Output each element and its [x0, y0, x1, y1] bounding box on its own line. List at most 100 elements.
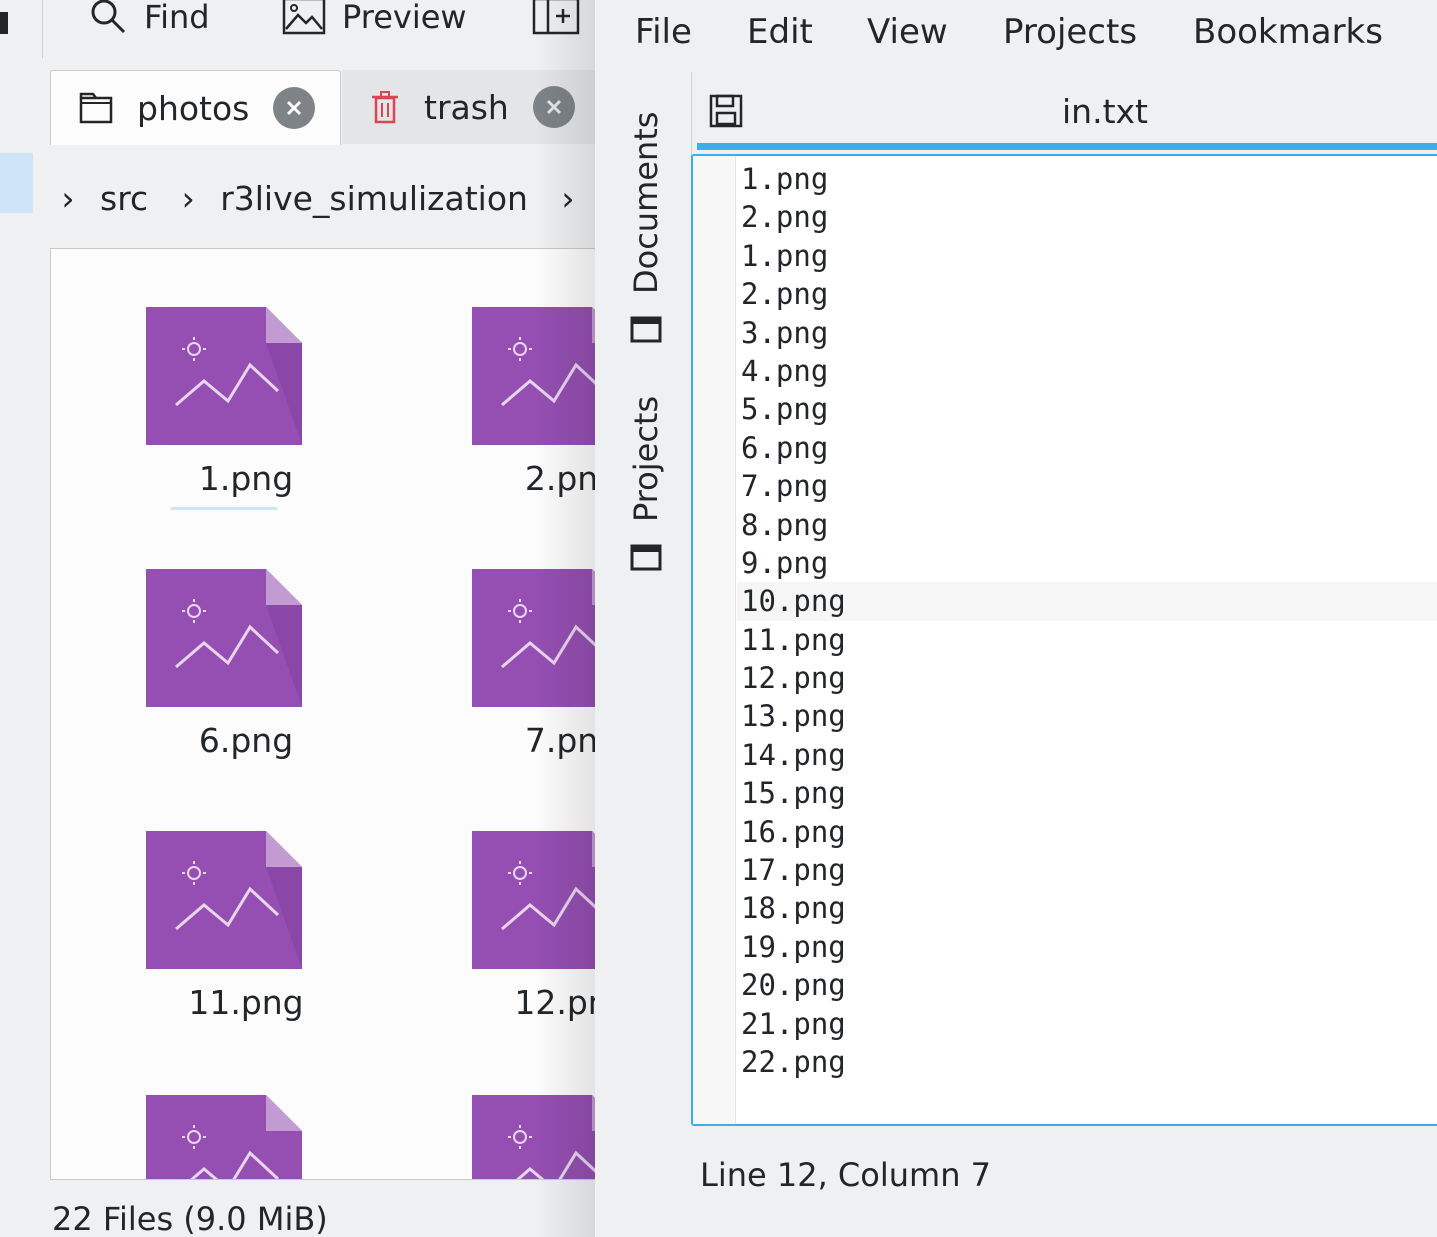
- trash-icon: [370, 90, 400, 124]
- text-line: 1.png: [741, 237, 846, 275]
- text-line: 6.png: [741, 429, 846, 467]
- menu-projects[interactable]: Projects: [1003, 12, 1137, 52]
- file-name: 6.png: [198, 721, 294, 760]
- breadcrumb-item[interactable]: src: [100, 179, 148, 218]
- file-name: 1.png: [198, 459, 294, 498]
- text-line-content: 7.png: [741, 469, 829, 504]
- text-line-content: 16.png: [741, 814, 846, 849]
- breadcrumb: › src › r3live_simulization ›: [58, 168, 595, 228]
- text-line-content: 3.png: [741, 315, 829, 350]
- text-line-content: 5.png: [741, 392, 829, 427]
- text-line: 22.png: [741, 1043, 846, 1081]
- text-line: 4.png: [741, 352, 846, 390]
- menu-edit[interactable]: Edit: [747, 12, 813, 52]
- places-selection-highlight[interactable]: [0, 153, 33, 213]
- text-line: 8.png: [741, 506, 846, 544]
- search-icon: [91, 0, 126, 34]
- folder-icon: [630, 316, 662, 343]
- text-editor-window: File Edit View Projects Bookmarks Docume…: [595, 0, 1437, 1237]
- close-tab-icon[interactable]: [273, 87, 316, 129]
- text-line-content: 10.png: [741, 584, 846, 619]
- tab-label: trash: [424, 87, 509, 127]
- image-file-icon: [472, 1095, 595, 1179]
- tab-trash[interactable]: trash: [342, 70, 595, 144]
- text-line-content: 6.png: [741, 430, 829, 465]
- image-file-icon: [146, 569, 302, 707]
- text-line: 12.png: [741, 659, 846, 697]
- text-line-content: 12.png: [741, 661, 846, 696]
- image-file-icon: [146, 831, 302, 969]
- text-line-content: 4.png: [741, 353, 829, 388]
- menu-view[interactable]: View: [867, 12, 948, 52]
- text-line: 14.png: [741, 736, 846, 774]
- file-manager-window: Find Preview photos trash › src › r3live…: [0, 0, 595, 1237]
- active-tab-indicator: [697, 143, 1437, 150]
- tab-label: photos: [137, 88, 250, 128]
- chevron-right-icon: ›: [181, 178, 195, 218]
- text-line-content: 14.png: [741, 737, 846, 772]
- file-manager-toolbar: Find Preview: [0, 0, 595, 58]
- text-line-content: 1.png: [741, 238, 829, 273]
- text-editor-area[interactable]: 1.png 2.png 1.png 2.png 3.png 4.png 5.png 6.png…: [691, 154, 1437, 1126]
- text-line-content: 2.png: [741, 200, 829, 235]
- text-line-content: 17.png: [741, 853, 846, 888]
- menu-bookmarks[interactable]: Bookmarks: [1193, 12, 1383, 52]
- text-line: 17.png: [741, 851, 846, 889]
- file-name: 12.png: [514, 983, 595, 1022]
- split-view-button[interactable]: [532, 0, 595, 35]
- text-line-content: 2.png: [741, 277, 829, 312]
- text-line-content: 20.png: [741, 968, 846, 1003]
- text-line-content: 22.png: [741, 1044, 846, 1079]
- image-preview-icon: [282, 0, 326, 35]
- text-line: 15.png: [741, 774, 846, 812]
- side-tab-projects[interactable]: Projects: [627, 396, 665, 572]
- file-name: 11.png: [188, 983, 304, 1022]
- text-line: 18.png: [741, 889, 846, 927]
- text-line: 20.png: [741, 966, 846, 1004]
- menu-file[interactable]: File: [635, 12, 692, 52]
- text-line: 1.png: [741, 160, 846, 198]
- side-tab-documents[interactable]: Documents: [627, 112, 665, 344]
- text-line-content: 8.png: [741, 507, 829, 542]
- side-tab-label: Documents: [627, 111, 665, 294]
- find-button[interactable]: Find: [88, 0, 210, 36]
- image-file-icon: [146, 307, 302, 445]
- status-bar-text: 22 Files (9.0 MiB): [52, 1200, 328, 1237]
- image-file-icon: [472, 831, 595, 969]
- text-line-content: 21.png: [741, 1006, 846, 1041]
- current-item-underline: [171, 507, 277, 510]
- text-line-content: 19.png: [741, 929, 846, 964]
- text-line: 2.png: [741, 198, 846, 236]
- text-line: 19.png: [741, 928, 846, 966]
- tab-photos[interactable]: photos: [50, 70, 341, 145]
- text-line: 7.png: [741, 467, 846, 505]
- find-label: Find: [144, 0, 210, 36]
- text-line: 13.png: [741, 697, 846, 735]
- toolbar-menu-icon[interactable]: [0, 12, 8, 34]
- preview-button[interactable]: Preview: [282, 0, 467, 36]
- text-line: 16.png: [741, 813, 846, 851]
- text-line-content: 1.png: [741, 162, 829, 196]
- side-tab-label: Projects: [627, 395, 665, 522]
- text-line-content: 13.png: [741, 699, 846, 734]
- text-line: 21.png: [741, 1005, 846, 1043]
- document-tab[interactable]: in.txt: [695, 86, 1437, 144]
- side-panel-tabs: Documents Projects: [595, 72, 692, 592]
- text-line-content: 11.png: [741, 622, 846, 657]
- toolbar-separator: [42, 0, 43, 58]
- breadcrumb-item[interactable]: r3live_simulization: [220, 179, 528, 218]
- editor-lines: 1.png 2.png 1.png 2.png 3.png 4.png 5.png 6.png…: [737, 160, 1437, 1081]
- image-file-icon: [146, 1095, 302, 1179]
- image-file-icon: [472, 569, 595, 707]
- file-name: 7.png: [524, 721, 595, 760]
- close-tab-icon[interactable]: [532, 86, 575, 128]
- text-line: 10.png: [737, 582, 1437, 622]
- text-line-content: 15.png: [741, 776, 846, 811]
- text-line-content: 9.png: [741, 545, 829, 580]
- folder-icon: [79, 92, 113, 124]
- file-manager-tabbar: photos trash: [50, 70, 595, 146]
- split-view-icon: [532, 0, 580, 35]
- chevron-right-icon[interactable]: ›: [558, 179, 578, 218]
- file-view[interactable]: 1.png 2.png: [50, 248, 595, 1180]
- file-name: 2.png: [524, 459, 595, 498]
